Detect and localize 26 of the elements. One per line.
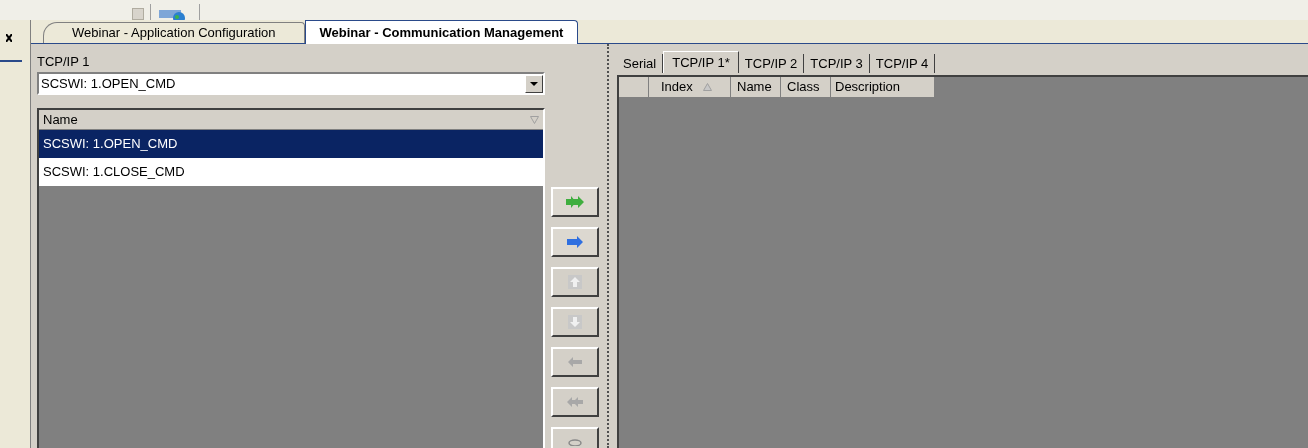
double-arrow-right-icon xyxy=(565,196,585,208)
column-header[interactable]: Name xyxy=(731,77,781,97)
tab[interactable]: Webinar - Application Configuration xyxy=(43,22,305,43)
column-header[interactable]: Class xyxy=(781,77,831,97)
panel-title: TCP/IP 1 xyxy=(37,53,91,71)
sort-arrow-icon xyxy=(702,83,712,91)
arrow-left-icon xyxy=(567,357,583,367)
tab[interactable]: Webinar - Communication Management xyxy=(304,20,579,44)
dropdown-arrow-icon xyxy=(530,81,538,86)
list-row[interactable]: SCSWI: 1.OPEN_CMD xyxy=(39,130,543,158)
arrow-right-icon xyxy=(566,236,584,248)
move-button[interactable] xyxy=(551,187,599,217)
protocol-dropdown[interactable]: SCSWI: 1.OPEN_CMD xyxy=(37,72,545,95)
arrow-down-icon xyxy=(568,315,582,329)
double-arrow-left-icon xyxy=(566,397,584,407)
arrow-up-icon xyxy=(568,275,582,289)
tab[interactable]: TCP/IP 1* xyxy=(663,51,739,73)
sort-arrow-icon xyxy=(530,115,539,124)
column-header[interactable] xyxy=(619,77,649,97)
column-header[interactable]: Index xyxy=(649,77,731,97)
eraser-icon xyxy=(568,438,582,446)
column-header[interactable]: Name xyxy=(39,110,543,130)
move-button[interactable] xyxy=(551,227,599,257)
list-row[interactable]: SCSWI: 1.CLOSE_CMD xyxy=(39,158,543,186)
close-icon[interactable] xyxy=(6,34,12,42)
column-header[interactable]: Description xyxy=(831,77,935,97)
